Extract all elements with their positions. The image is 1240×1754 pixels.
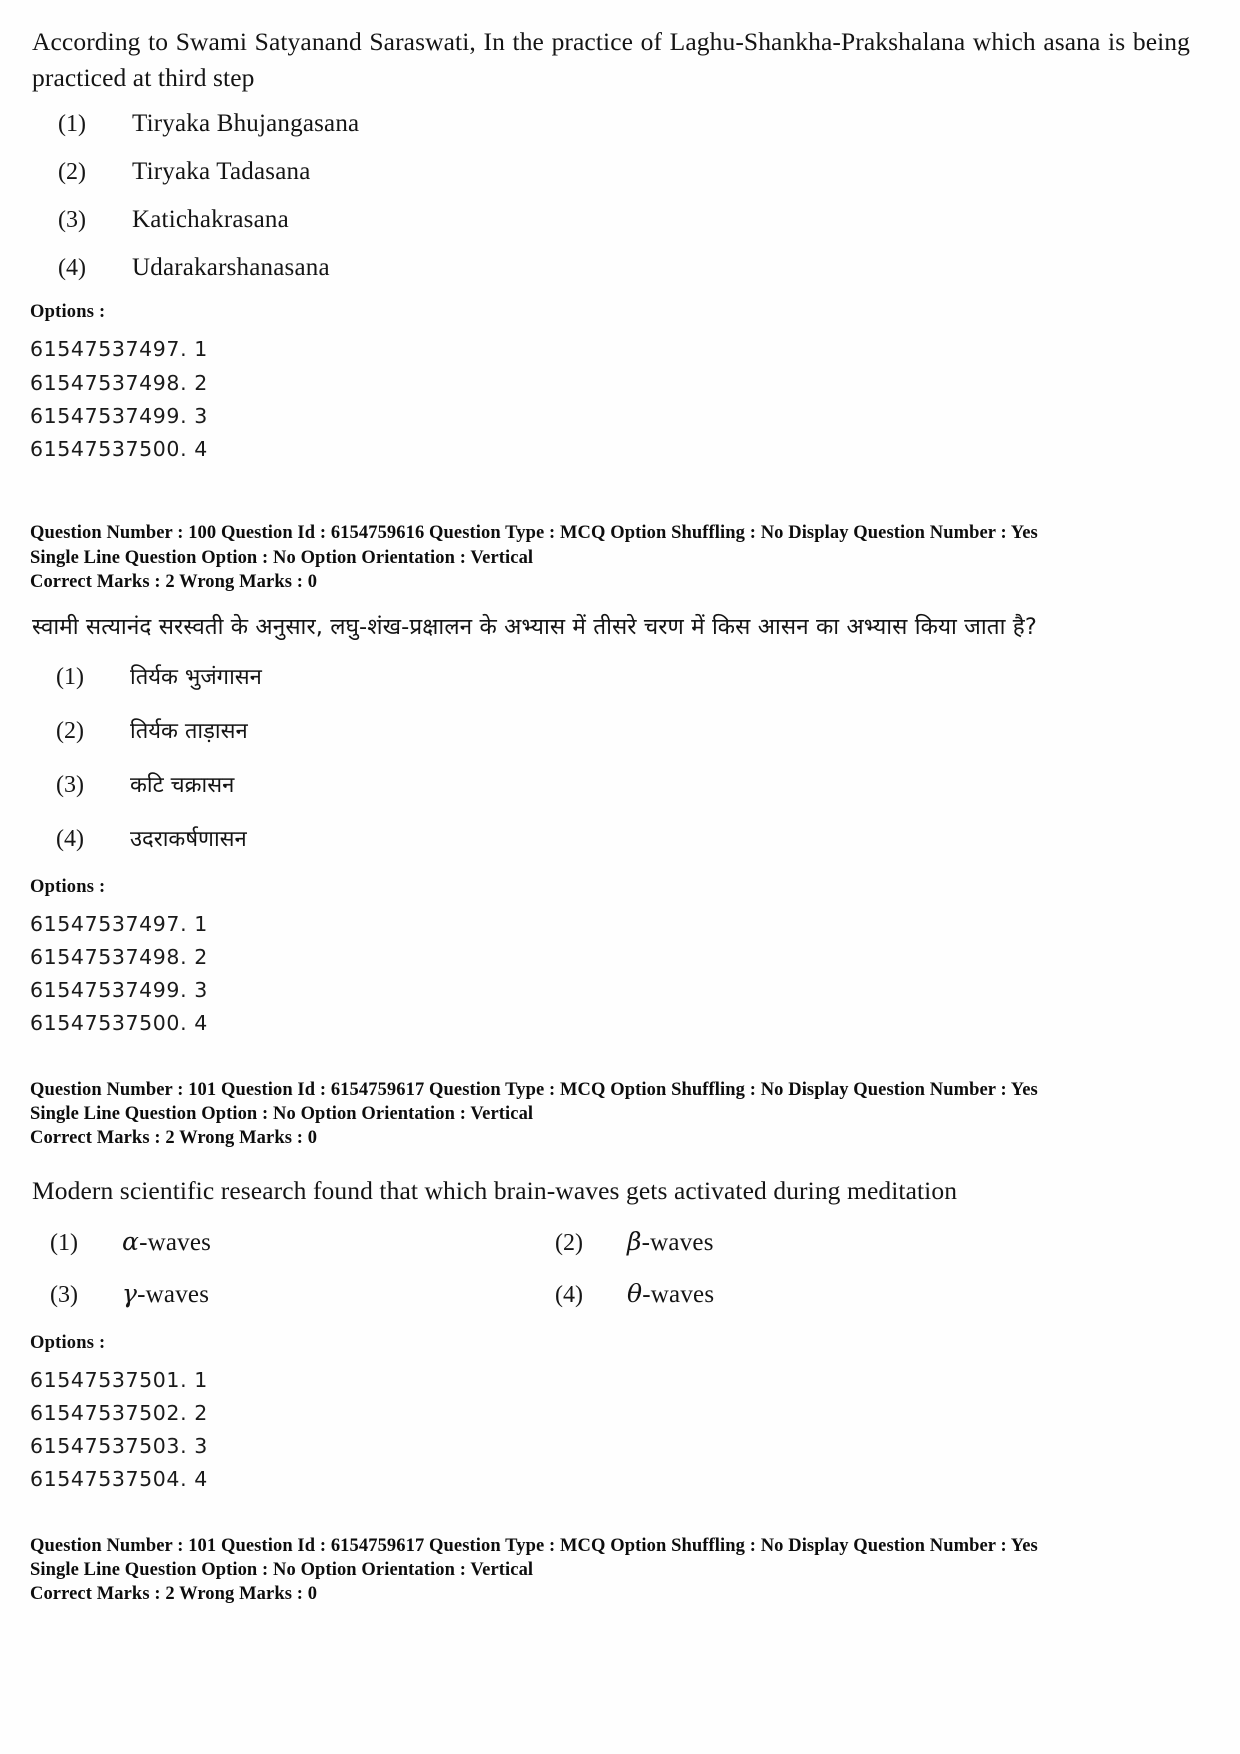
question-block-brainwaves: Modern scientific research found that wh… — [28, 1173, 1200, 1497]
option-id: 61547537497. 1 — [30, 911, 208, 936]
option-list-hindi: (1) तिर्यक भुजंगासन (2) तिर्यक ताड़ासन (… — [28, 661, 1200, 853]
option-number: (4) — [58, 255, 86, 282]
option-id: 61547537498. 2 — [30, 370, 208, 395]
option-row[interactable]: (4) उदराकर्षणासन — [28, 823, 1200, 853]
option-label: तिर्यक भुजंगासन — [130, 664, 262, 690]
option-id: 61547537502. 2 — [30, 1400, 208, 1425]
metadata-line-1: Question Number : 100 Question Id : 6154… — [30, 523, 1038, 544]
option-id-list: 61547537497. 1 61547537498. 2 6154753749… — [30, 333, 1200, 466]
option-id: 61547537501. 1 — [30, 1367, 208, 1392]
option-id: 61547537503. 3 — [30, 1434, 208, 1459]
option-suffix: -waves — [137, 1280, 210, 1308]
option-number: (2) — [555, 1229, 583, 1256]
metadata-line-2: Single Line Question Option : No Option … — [30, 547, 534, 568]
option-label: Katichakrasana — [132, 206, 289, 234]
option-id: 61547537504. 4 — [30, 1467, 208, 1492]
option-id: 61547537500. 4 — [30, 1011, 208, 1036]
option-label: β-waves — [627, 1227, 714, 1257]
option-row[interactable]: (1) α-waves — [28, 1227, 533, 1257]
option-number: (1) — [50, 1229, 78, 1256]
option-number: (3) — [56, 771, 84, 798]
option-row[interactable]: (4) θ-waves — [533, 1279, 1200, 1309]
option-id: 61547537499. 3 — [30, 403, 208, 428]
option-suffix: -waves — [139, 1228, 212, 1256]
options-heading: Options : — [30, 876, 106, 897]
option-label: Udarakarshanasana — [132, 254, 330, 282]
option-number: (4) — [56, 825, 84, 852]
option-row[interactable]: (1) तिर्यक भुजंगासन — [28, 661, 1200, 691]
question-metadata-101-top: Question Number : 101 Question Id : 6154… — [30, 1079, 1200, 1151]
option-row[interactable]: (4) Udarakarshanasana — [28, 254, 1200, 282]
greek-letter-alpha: α — [122, 1226, 140, 1256]
option-label: γ-waves — [122, 1279, 209, 1309]
option-number: (3) — [50, 1281, 78, 1308]
option-row[interactable]: (3) कटि चक्रासन — [28, 769, 1200, 799]
option-row[interactable]: (1) Tiryaka Bhujangasana — [28, 110, 1200, 138]
option-number: (1) — [56, 663, 84, 690]
option-suffix: -waves — [641, 1228, 714, 1256]
option-row[interactable]: (3) Katichakrasana — [28, 206, 1200, 234]
option-number: (2) — [56, 717, 84, 744]
question-metadata-100: Question Number : 100 Question Id : 6154… — [30, 522, 1200, 594]
greek-letter-beta: β — [627, 1226, 642, 1256]
option-id-list: 61547537501. 1 61547537502. 2 6154753750… — [30, 1364, 1200, 1497]
greek-letter-theta: θ — [627, 1278, 643, 1308]
option-label: Tiryaka Bhujangasana — [132, 110, 360, 138]
option-label: कटि चक्रासन — [130, 772, 235, 798]
exam-page: According to Swami Satyanand Saraswati, … — [0, 0, 1240, 1754]
option-label: α-waves — [122, 1227, 211, 1257]
question-block-english: According to Swami Satyanand Saraswati, … — [28, 24, 1200, 466]
question-stem-brainwaves: Modern scientific research found that wh… — [32, 1175, 958, 1205]
option-row[interactable]: (2) तिर्यक ताड़ासन — [28, 715, 1200, 745]
option-id: 61547537497. 1 — [30, 337, 208, 362]
question-metadata-101-bottom: Question Number : 101 Question Id : 6154… — [30, 1535, 1200, 1607]
metadata-marks: Correct Marks : 2 Wrong Marks : 0 — [30, 571, 318, 592]
question-stem-hindi: स्वामी सत्यानंद सरस्वती के अनुसार, लघु-श… — [32, 614, 1037, 641]
option-suffix: -waves — [642, 1280, 715, 1308]
option-grid-brainwaves: (1) α-waves (2) β-waves (3) γ-waves (4) … — [28, 1227, 1200, 1331]
option-id: 61547537500. 4 — [30, 437, 208, 462]
option-id-list: 61547537497. 1 61547537498. 2 6154753749… — [30, 908, 1200, 1041]
option-id: 61547537498. 2 — [30, 945, 208, 969]
option-label: तिर्यक ताड़ासन — [130, 718, 248, 744]
options-heading: Options : — [30, 302, 106, 323]
metadata-line-2: Single Line Question Option : No Option … — [30, 1559, 534, 1580]
option-number: (1) — [58, 111, 86, 138]
metadata-line-2: Single Line Question Option : No Option … — [30, 1103, 534, 1124]
option-label: उदराकर्षणासन — [130, 826, 247, 852]
question-block-hindi: स्वामी सत्यानंद सरस्वती के अनुसार, लघु-श… — [28, 608, 1200, 1041]
question-stem-english: According to Swami Satyanand Saraswati, … — [32, 27, 1190, 93]
greek-letter-gamma: γ — [122, 1278, 138, 1308]
option-number: (4) — [555, 1281, 583, 1308]
option-label: Tiryaka Tadasana — [132, 158, 311, 186]
metadata-marks: Correct Marks : 2 Wrong Marks : 0 — [30, 1128, 318, 1149]
option-row[interactable]: (2) Tiryaka Tadasana — [28, 158, 1200, 186]
option-row[interactable]: (3) γ-waves — [28, 1279, 533, 1309]
options-heading: Options : — [30, 1332, 106, 1353]
option-row[interactable]: (2) β-waves — [533, 1227, 1200, 1257]
option-id: 61547537499. 3 — [30, 978, 208, 1003]
metadata-marks: Correct Marks : 2 Wrong Marks : 0 — [30, 1584, 318, 1605]
option-list-english: (1) Tiryaka Bhujangasana (2) Tiryaka Tad… — [28, 110, 1200, 282]
option-number: (3) — [58, 207, 86, 234]
option-number: (2) — [58, 159, 86, 186]
option-label: θ-waves — [627, 1279, 714, 1309]
metadata-line-1: Question Number : 101 Question Id : 6154… — [30, 1535, 1038, 1556]
metadata-line-1: Question Number : 101 Question Id : 6154… — [30, 1079, 1038, 1100]
